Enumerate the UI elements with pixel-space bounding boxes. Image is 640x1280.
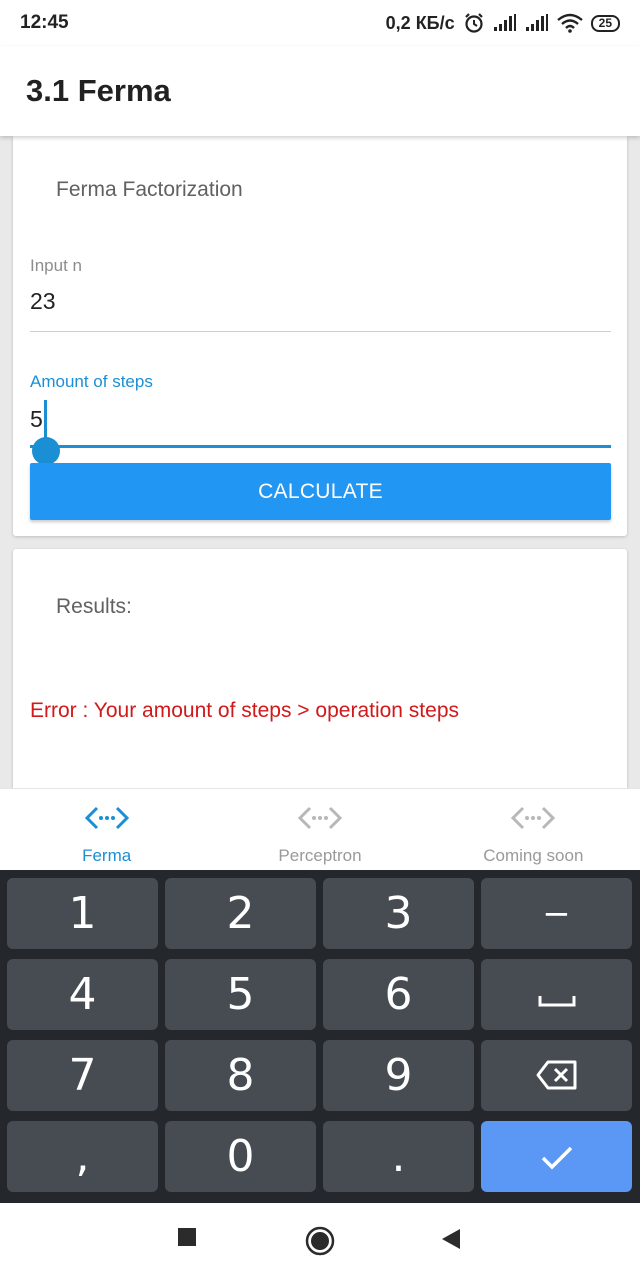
results-heading: Results: — [56, 595, 132, 618]
key-period[interactable]: . — [323, 1121, 474, 1192]
wifi-icon — [556, 13, 583, 33]
alarm-icon — [463, 12, 485, 34]
status-bar: 12:45 0,2 КБ/с 25 — [0, 0, 640, 46]
backspace-icon — [536, 1050, 578, 1101]
numeric-keyboard: 1 2 3 − 4 5 6 7 8 9 , 0 . — [0, 870, 640, 1203]
nav-label: Perceptron — [278, 846, 362, 865]
checkmark-icon — [540, 1131, 574, 1182]
key-5[interactable]: 5 — [165, 959, 316, 1030]
bottom-nav: Ferma Perceptron Coming soon — [0, 788, 640, 870]
cursor-handle[interactable] — [32, 437, 60, 465]
page-title: 3.1 Ferma — [26, 73, 171, 108]
key-1[interactable]: 1 — [7, 878, 158, 949]
input-n-underline — [30, 331, 611, 332]
nav-item-perceptron[interactable]: Perceptron — [213, 789, 426, 870]
code-arrows-icon — [297, 805, 343, 836]
key-backspace[interactable] — [481, 1040, 632, 1111]
results-card: Results: Error : Your amount of steps > … — [13, 549, 627, 809]
steps-label: Amount of steps — [30, 372, 153, 391]
calc-card: Ferma Factorization Input n 23 Amount of… — [13, 136, 627, 536]
square-icon — [177, 1228, 197, 1251]
key-0[interactable]: 0 — [165, 1121, 316, 1192]
key-9[interactable]: 9 — [323, 1040, 474, 1111]
steps-underline — [30, 445, 611, 448]
status-time: 12:45 — [20, 12, 69, 33]
key-6[interactable]: 6 — [323, 959, 474, 1030]
steps-field[interactable]: 5 — [30, 406, 43, 433]
error-message: Error : Your amount of steps > operation… — [30, 699, 460, 722]
recents-button[interactable] — [177, 1227, 197, 1252]
system-nav-bar — [0, 1203, 640, 1280]
home-button[interactable] — [304, 1225, 336, 1262]
home-circle-icon — [304, 1226, 336, 1261]
signal-icon — [493, 14, 517, 32]
signal-icon — [525, 14, 549, 32]
calculate-button[interactable]: CALCULATE — [30, 463, 611, 520]
battery-icon: 25 — [590, 14, 620, 32]
space-icon — [538, 969, 576, 1020]
key-space[interactable] — [481, 959, 632, 1030]
key-8[interactable]: 8 — [165, 1040, 316, 1111]
key-enter[interactable] — [481, 1121, 632, 1192]
key-4[interactable]: 4 — [7, 959, 158, 1030]
text-cursor — [44, 400, 47, 440]
code-arrows-icon — [84, 805, 129, 836]
app-bar: 3.1 Ferma — [0, 46, 640, 136]
key-comma[interactable]: , — [7, 1121, 158, 1192]
input-n-label: Input n — [30, 256, 82, 275]
code-arrows-icon — [511, 805, 556, 836]
back-triangle-icon — [440, 1229, 462, 1255]
network-speed: 0,2 КБ/с — [385, 12, 455, 33]
nav-item-coming-soon[interactable]: Coming soon — [427, 789, 640, 870]
nav-label: Ferma — [82, 846, 132, 865]
key-3[interactable]: 3 — [323, 878, 474, 949]
key-7[interactable]: 7 — [7, 1040, 158, 1111]
nav-item-ferma[interactable]: Ferma — [0, 789, 213, 870]
card-heading: Ferma Factorization — [56, 178, 243, 201]
input-n-field[interactable]: 23 — [30, 288, 56, 315]
back-button[interactable] — [440, 1227, 462, 1256]
nav-label: Coming soon — [483, 846, 584, 865]
key-2[interactable]: 2 — [165, 878, 316, 949]
key-minus[interactable]: − — [481, 878, 632, 949]
